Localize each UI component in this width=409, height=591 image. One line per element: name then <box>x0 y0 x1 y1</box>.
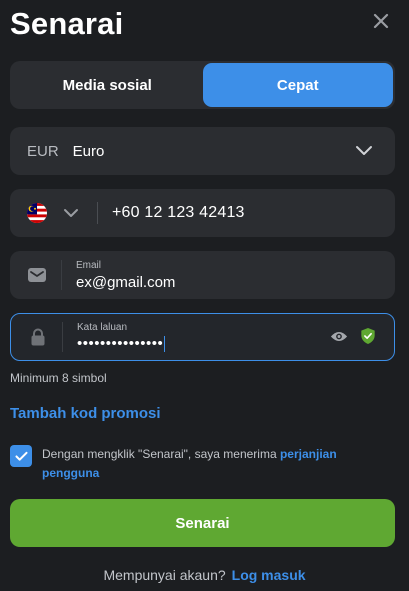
login-question: Mempunyai akaun? <box>103 567 226 583</box>
currency-code: EUR <box>27 142 59 160</box>
registration-tabs: Media sosial Cepat <box>10 61 395 109</box>
password-label: Kata laluan <box>77 322 128 333</box>
agreement-statement: Dengan mengklik "Senarai", saya menerima <box>42 447 280 461</box>
email-label: Email <box>76 259 102 271</box>
tab-social-media[interactable]: Media sosial <box>12 63 203 107</box>
tab-quick[interactable]: Cepat <box>202 63 393 107</box>
malaysia-flag-icon[interactable] <box>27 203 47 223</box>
password-input[interactable]: ••••••••••••••• <box>77 336 166 352</box>
eye-icon[interactable] <box>330 330 348 343</box>
agreement-text: Dengan mengklik "Senarai", saya menerima… <box>42 445 395 483</box>
currency-name: Euro <box>72 142 105 160</box>
agreement-checkbox[interactable] <box>10 445 32 467</box>
phone-input[interactable]: +60 12 123 42413 <box>112 204 245 222</box>
password-field[interactable]: Kata laluan ••••••••••••••• <box>10 313 395 361</box>
divider <box>62 322 63 352</box>
divider <box>61 260 62 290</box>
phone-field: +60 12 123 42413 <box>10 189 395 237</box>
envelope-icon <box>27 265 47 285</box>
chevron-down-icon <box>356 146 372 155</box>
divider <box>97 202 98 224</box>
check-icon <box>14 451 28 461</box>
register-button[interactable]: Senarai <box>10 499 395 547</box>
chevron-down-icon[interactable] <box>63 207 79 219</box>
login-prompt: Mempunyai akaun? Log masuk <box>0 567 409 583</box>
page-title: Senarai <box>10 6 124 41</box>
password-hint: Minimum 8 simbol <box>10 371 107 385</box>
add-promo-code-link[interactable]: Tambah kod promosi <box>10 405 161 422</box>
login-link[interactable]: Log masuk <box>232 567 306 583</box>
email-input[interactable]: ex@gmail.com <box>76 274 175 291</box>
email-field[interactable]: Email ex@gmail.com <box>10 251 395 299</box>
lock-icon <box>28 327 48 347</box>
shield-check-icon <box>361 328 375 344</box>
close-icon[interactable] <box>370 10 392 32</box>
currency-select[interactable]: EUR Euro <box>10 127 395 175</box>
agreement-row: Dengan mengklik "Senarai", saya menerima… <box>10 445 395 483</box>
